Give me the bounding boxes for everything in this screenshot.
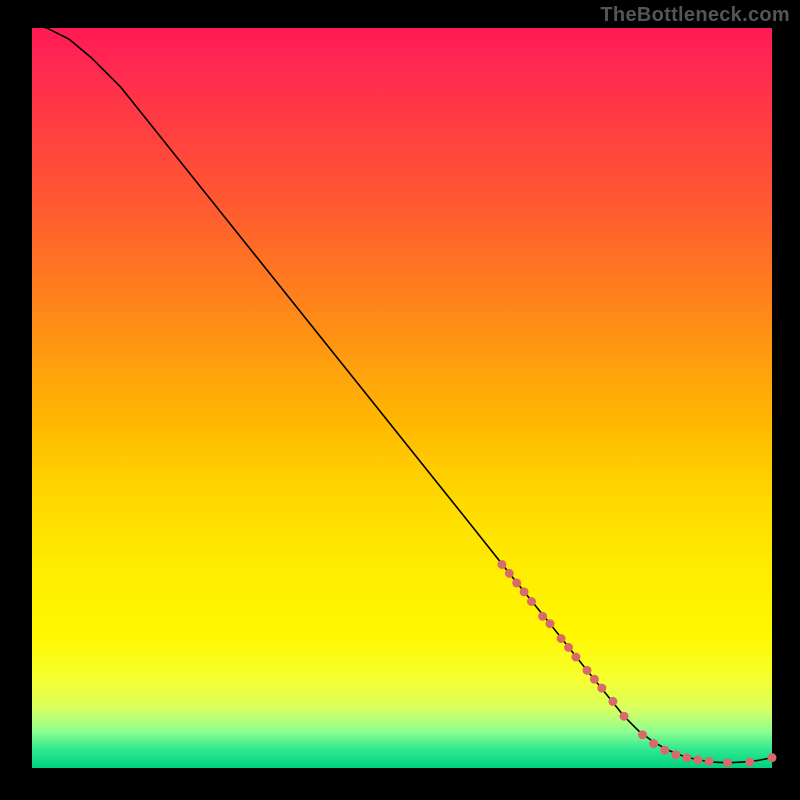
data-point <box>505 569 514 578</box>
data-point <box>649 739 658 748</box>
data-point <box>608 697 617 706</box>
data-point <box>597 684 606 693</box>
data-point <box>571 653 580 662</box>
plot-svg <box>32 28 772 768</box>
data-point <box>660 746 669 755</box>
data-point <box>620 712 629 721</box>
highlight-points <box>497 560 776 767</box>
data-point <box>723 758 732 767</box>
data-point <box>590 675 599 684</box>
plot-area <box>32 28 772 768</box>
data-point <box>671 750 680 759</box>
data-point <box>546 619 555 628</box>
bottleneck-curve <box>32 24 772 763</box>
data-point <box>638 730 647 739</box>
data-point <box>705 757 714 766</box>
data-point <box>694 755 703 764</box>
data-point <box>520 587 529 596</box>
data-point <box>768 753 777 762</box>
watermark-label: TheBottleneck.com <box>600 4 790 27</box>
data-point <box>682 753 691 762</box>
data-point <box>745 758 754 767</box>
data-point <box>583 666 592 675</box>
data-point <box>512 579 521 588</box>
data-point <box>564 643 573 652</box>
data-point <box>497 560 506 569</box>
data-point <box>538 612 547 621</box>
data-point <box>557 634 566 643</box>
data-point <box>527 597 536 606</box>
